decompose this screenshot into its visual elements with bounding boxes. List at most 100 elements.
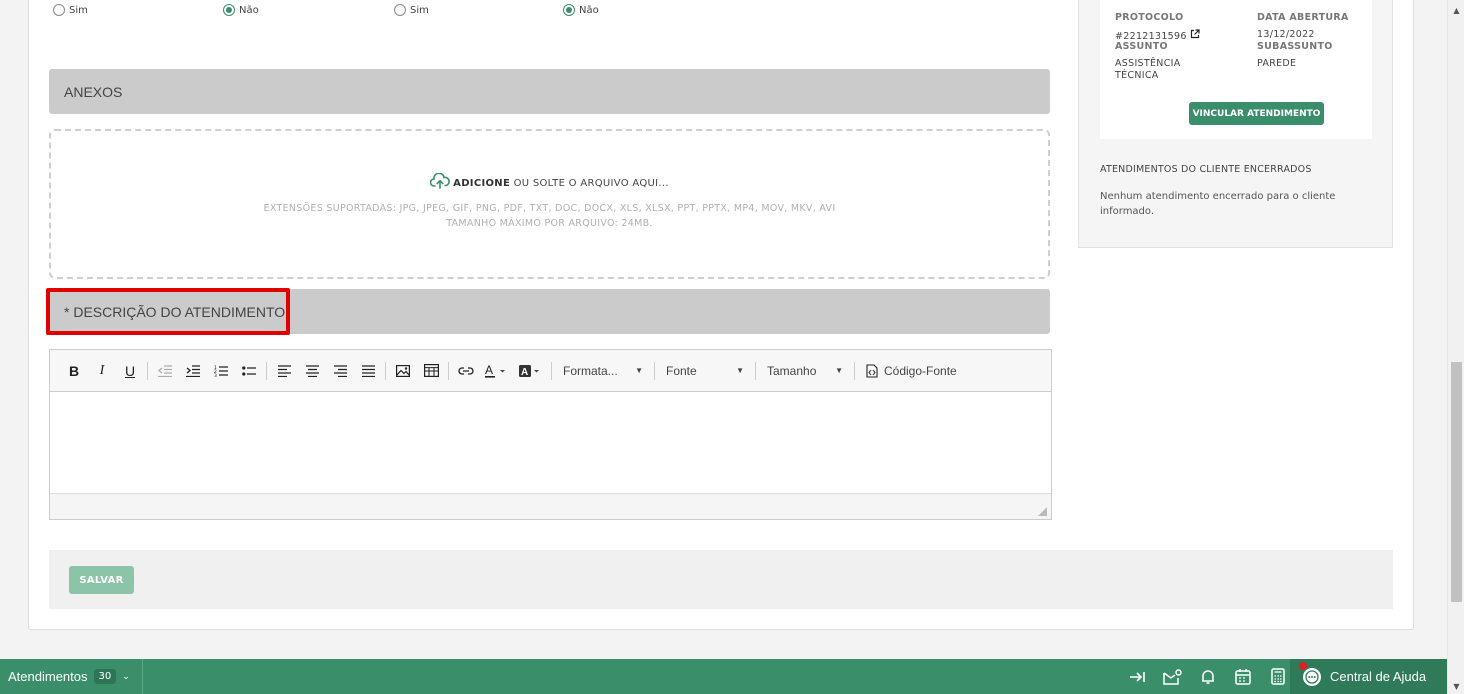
radio-label: Sim [69, 4, 88, 16]
source-code-button[interactable]: Código-Fonte [858, 357, 968, 385]
radio-sim-1[interactable]: Sim [53, 4, 88, 16]
calculator-icon [1270, 668, 1285, 685]
size-dropdown[interactable]: Tamanho ▼ [759, 357, 851, 385]
radio-circle [563, 4, 575, 16]
underline-icon: U [124, 362, 136, 379]
font-dropdown[interactable]: Fonte ▼ [658, 357, 752, 385]
align-right-button[interactable] [326, 357, 354, 385]
cloud-upload-icon [429, 172, 451, 192]
dropzone-add-link[interactable]: ADICIONE [453, 178, 510, 189]
radio-circle [53, 4, 65, 16]
italic-button[interactable]: I [88, 357, 116, 385]
table-button[interactable] [417, 357, 445, 385]
atendimentos-count-badge: 30 [93, 669, 117, 684]
file-dropzone[interactable]: ADICIONE OU SOLTE O ARQUIVO AQUI... EXTE… [49, 129, 1050, 279]
dropzone-add-text: OU SOLTE O ARQUIVO AQUI... [513, 178, 669, 189]
calendar-icon [1234, 669, 1251, 685]
closed-tickets-empty-text: Nenhum atendimento encerrado para o clie… [1100, 191, 1336, 217]
client-side-panel: PROTOCOLO DATA ABERTURA #2212131596 13/1… [1078, 0, 1393, 248]
text-color-icon: A [485, 364, 505, 378]
data-abertura-value: 13/12/2022 [1257, 29, 1315, 40]
calendar-button[interactable] [1225, 659, 1260, 694]
bullet-list-button[interactable] [235, 357, 263, 385]
anexos-header: ANEXOS [49, 69, 1050, 114]
radio-nao-2[interactable]: Não [563, 4, 599, 16]
scroll-down-arrow-icon[interactable]: ▼ [1448, 678, 1464, 694]
subassunto-value: PAREDE [1257, 58, 1297, 69]
editor-statusbar [50, 493, 1051, 519]
toolbar-separator [755, 361, 756, 380]
radio-sim-2[interactable]: Sim [394, 4, 429, 16]
underline-button[interactable]: U [116, 357, 144, 385]
external-link-icon[interactable] [1190, 29, 1200, 39]
numbered-list-button[interactable]: 123 [207, 357, 235, 385]
toolbar-separator [147, 361, 148, 380]
editor-toolbar: B I U 123 A A Formata... ▼ Fonte ▼ Taman… [50, 350, 1051, 392]
bottom-bar-icons [1120, 659, 1295, 694]
toolbar-separator [551, 361, 552, 380]
radio-nao-1[interactable]: Não [223, 4, 259, 16]
scroll-thumb[interactable] [1451, 362, 1462, 602]
toolbar-separator [385, 361, 386, 380]
form-footer: SALVAR [49, 550, 1393, 609]
atendimentos-toggle[interactable]: Atendimentos 30 ⌄ [0, 659, 143, 694]
anexos-title: ANEXOS [64, 83, 123, 100]
closed-tickets-heading: ATENDIMENTOS DO CLIENTE ENCERRADOS [1100, 164, 1312, 175]
caret-down-icon: ▼ [736, 366, 744, 375]
link-button[interactable] [452, 357, 480, 385]
scroll-up-arrow-icon[interactable]: ▲ [1448, 2, 1464, 18]
bg-color-button[interactable]: A [514, 357, 548, 385]
caret-down-icon: ▼ [835, 366, 843, 375]
bold-icon: B [68, 362, 80, 379]
image-button[interactable] [389, 357, 417, 385]
align-center-icon [305, 364, 319, 377]
radio-label: Não [579, 4, 599, 16]
vincular-atendimento-button[interactable]: VINCULAR ATENDIMENTO [1189, 102, 1324, 125]
subassunto-label: SUBASSUNTO [1257, 41, 1333, 52]
collapse-button[interactable] [1120, 659, 1155, 694]
format-dropdown[interactable]: Formata... ▼ [555, 357, 651, 385]
align-right-icon [333, 364, 347, 377]
align-left-button[interactable] [270, 357, 298, 385]
dropzone-add-line[interactable]: ADICIONE OU SOLTE O ARQUIVO AQUI... [51, 172, 1048, 192]
text-color-button[interactable]: A [480, 357, 514, 385]
image-icon [396, 364, 410, 377]
atendimentos-title: Atendimentos [8, 669, 88, 684]
toolbar-separator [266, 361, 267, 380]
dropzone-extensions: EXTENSÕES SUPORTADAS: JPG, JPEG, GIF, PN… [263, 203, 836, 214]
assunto-value-line1: ASSISTÊNCIA [1115, 58, 1181, 69]
protocolo-label: PROTOCOLO [1115, 12, 1184, 23]
svg-text:A: A [521, 367, 528, 378]
italic-icon: I [99, 362, 105, 378]
editor-content-area[interactable] [50, 392, 1051, 493]
link-icon [458, 366, 474, 375]
align-justify-button[interactable] [354, 357, 382, 385]
background-color-icon: A [519, 364, 539, 378]
chat-icon [1303, 667, 1321, 686]
outdent-button[interactable] [151, 357, 179, 385]
radio-circle [223, 4, 235, 16]
linked-ticket-card: PROTOCOLO DATA ABERTURA #2212131596 13/1… [1100, 0, 1372, 139]
bullet-list-icon [242, 365, 256, 376]
svg-text:A: A [485, 364, 493, 377]
page-scrollbar[interactable]: ▲ ▼ [1447, 0, 1464, 694]
size-dropdown-label: Tamanho [767, 363, 817, 378]
help-center-button[interactable]: Central de Ajuda [1290, 659, 1447, 694]
outdent-icon [158, 364, 172, 377]
align-justify-icon [361, 364, 375, 377]
align-center-button[interactable] [298, 357, 326, 385]
indent-icon [186, 364, 200, 377]
dropzone-max-size: TAMANHO MÁXIMO POR ARQUIVO: 24MB. [446, 218, 653, 229]
rich-text-editor: B I U 123 A A Formata... ▼ Fonte ▼ Taman… [49, 349, 1052, 520]
save-button[interactable]: SALVAR [69, 566, 134, 594]
assunto-label: ASSUNTO [1115, 41, 1168, 52]
notifications-button[interactable] [1190, 659, 1225, 694]
assunto-value-line2: TÉCNICA [1115, 70, 1159, 81]
notification-dot [1299, 662, 1307, 670]
bold-button[interactable]: B [60, 357, 88, 385]
resize-handle-icon[interactable] [1038, 507, 1047, 516]
source-code-icon [866, 363, 878, 378]
mail-settings-button[interactable] [1155, 659, 1190, 694]
highlight-box [46, 288, 290, 335]
indent-button[interactable] [179, 357, 207, 385]
